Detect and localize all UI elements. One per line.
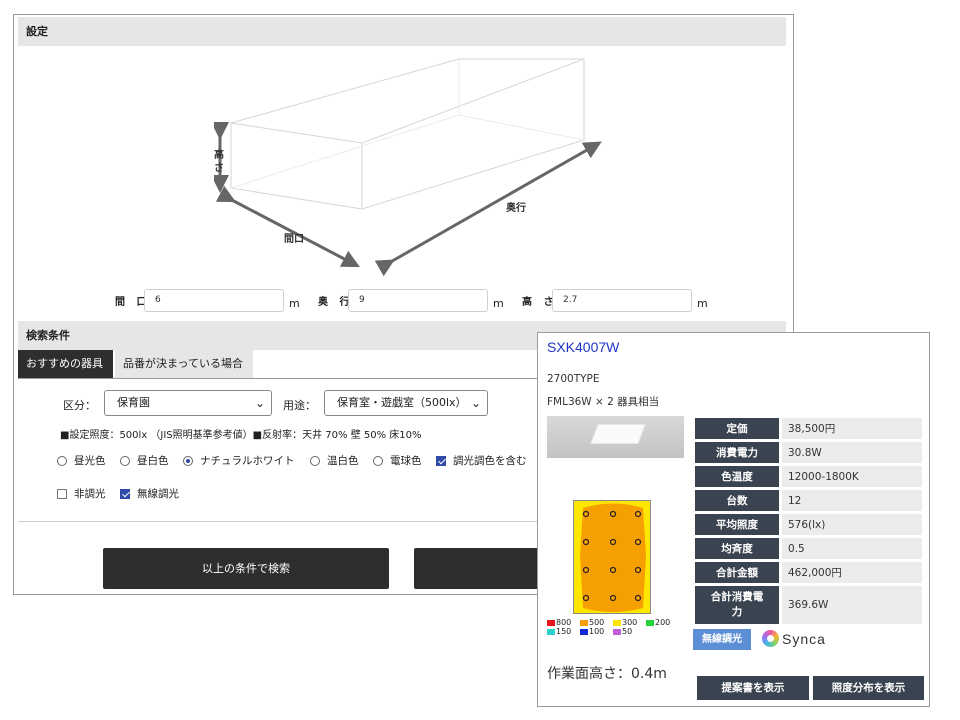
spec-row: 合計消費電力 369.6W <box>695 586 922 624</box>
checkbox-non-dimming[interactable]: 非調光 <box>57 486 106 501</box>
dim-height-unit: m <box>697 297 708 310</box>
settings-header: 設定 <box>18 17 786 46</box>
height-label-1: 高 <box>214 148 224 161</box>
width-arrow <box>215 185 360 268</box>
height-input[interactable]: 2.7 <box>552 289 692 312</box>
spec-value: 12 <box>779 490 922 511</box>
product-card: SXK4007W 2700TYPE FML36W × 2 器具相当 800 50… <box>537 332 930 707</box>
radio-neutral-white-label: 昼白色 <box>137 455 169 467</box>
radio-warm-white-label: 温白色 <box>327 455 359 467</box>
radio-selected-icon <box>183 455 193 466</box>
chevron-down-icon: ⌄ <box>470 396 481 410</box>
checkbox-toning[interactable]: 調光調色を含む <box>436 453 527 468</box>
dim-depth-unit: m <box>493 297 504 310</box>
synca-logo-text: Synca <box>782 630 826 647</box>
legend-300: 300 <box>613 618 637 627</box>
product-type: 2700TYPE <box>547 373 600 385</box>
show-distribution-button[interactable]: 照度分布を表示 <box>813 676 924 700</box>
spec-row: 平均照度 576(lx) <box>695 514 922 535</box>
radio-icon <box>57 455 67 466</box>
category-value: 保育園 <box>117 396 150 409</box>
spec-row: 色温度 12000-1800K <box>695 466 922 487</box>
spec-key: 合計消費電力 <box>695 586 779 624</box>
product-name[interactable]: SXK4007W <box>547 339 619 355</box>
usage-label: 用途： <box>283 399 316 412</box>
illuminance-plot <box>580 503 646 612</box>
spec-value: 369.6W <box>779 586 922 624</box>
tab-recommended[interactable]: おすすめの器具 <box>18 350 113 378</box>
spec-value: 12000-1800K <box>779 466 922 487</box>
legend-200: 200 <box>646 618 670 627</box>
legend-50: 50 <box>613 627 632 636</box>
depth-input[interactable]: 9 <box>348 289 488 312</box>
fixture-panel <box>590 424 646 444</box>
width-input[interactable]: 6 <box>144 289 284 312</box>
checkbox-non-dimming-label: 非調光 <box>74 488 106 500</box>
radio-natural-white[interactable]: ナチュラルホワイト <box>183 453 295 468</box>
legend-150: 150 <box>547 627 571 636</box>
synca-logo: Synca <box>762 630 826 647</box>
legend-100: 100 <box>580 627 604 636</box>
usage-select[interactable]: 保育室・遊戯室（500lx） ⌄ <box>324 390 488 416</box>
checkbox-wireless-dimming[interactable]: 無線調光 <box>120 486 179 501</box>
chevron-down-icon: ⌄ <box>254 396 265 410</box>
width-label: 間口 <box>284 233 304 245</box>
spec-value: 462,000円 <box>779 562 922 583</box>
condition-note: ■設定照度：500lx （JIS照明基準参考値）■反射率：天井 70% 壁 50… <box>60 430 422 441</box>
show-proposal-button[interactable]: 提案書を表示 <box>697 676 809 700</box>
checkbox-icon <box>57 488 67 499</box>
radio-daylight-label: 昼光色 <box>74 455 106 467</box>
room-diagram: 高 さ 間口 奥行 <box>214 58 602 277</box>
spec-row: 合計金額 462,000円 <box>695 562 922 583</box>
spec-table: 定価 38,500円 消費電力 30.8W 色温度 12000-1800K 台数 12 … <box>695 415 922 627</box>
spec-key: 均斉度 <box>695 538 779 559</box>
spec-row: 台数 12 <box>695 490 922 511</box>
spec-key: 定価 <box>695 418 779 439</box>
radio-warm-white[interactable]: 温白色 <box>310 453 359 468</box>
category-label: 区分： <box>63 399 96 412</box>
work-surface-height: 作業面高さ：0.4m <box>547 666 667 682</box>
spec-value: 38,500円 <box>779 418 922 439</box>
spec-row: 定価 38,500円 <box>695 418 922 439</box>
spec-key: 色温度 <box>695 466 779 487</box>
radio-icon <box>310 455 320 466</box>
illuminance-map <box>573 500 651 614</box>
checkbox-wireless-dimming-label: 無線調光 <box>137 488 179 500</box>
radio-bulb-color-label: 電球色 <box>390 455 422 467</box>
radio-icon <box>120 455 130 466</box>
legend-500: 500 <box>580 618 604 627</box>
spec-key: 台数 <box>695 490 779 511</box>
search-button[interactable]: 以上の条件で検索 <box>103 548 389 589</box>
wireless-dimming-badge: 無線調光 <box>693 629 751 650</box>
depth-arrow <box>374 141 602 277</box>
depth-label: 奥行 <box>506 201 526 214</box>
checkbox-toning-label: 調光調色を含む <box>453 455 527 467</box>
spec-value: 576(lx) <box>779 514 922 535</box>
usage-value: 保育室・遊戯室（500lx） <box>337 396 467 409</box>
radio-neutral-white[interactable]: 昼白色 <box>120 453 169 468</box>
radio-bulb-color[interactable]: 電球色 <box>373 453 422 468</box>
spec-key: 合計金額 <box>695 562 779 583</box>
category-select[interactable]: 保育園 ⌄ <box>104 390 272 416</box>
spec-key: 消費電力 <box>695 442 779 463</box>
legend-800: 800 <box>547 618 571 627</box>
radio-icon <box>373 455 383 466</box>
spec-row: 均斉度 0.5 <box>695 538 922 559</box>
spec-row: 消費電力 30.8W <box>695 442 922 463</box>
height-label-2: さ <box>214 162 224 174</box>
spec-key: 平均照度 <box>695 514 779 535</box>
radio-daylight[interactable]: 昼光色 <box>57 453 106 468</box>
checkbox-checked-icon <box>436 455 446 466</box>
tab-by-part-number[interactable]: 品番が決まっている場合 <box>115 350 253 378</box>
product-equivalent: FML36W × 2 器具相当 <box>547 396 660 408</box>
dim-width-unit: m <box>289 297 300 310</box>
product-image <box>547 416 684 458</box>
spec-value: 30.8W <box>779 442 922 463</box>
synca-ring-icon <box>762 630 779 647</box>
radio-natural-white-label: ナチュラルホワイト <box>200 455 295 467</box>
checkbox-checked-icon <box>120 488 130 499</box>
spec-value: 0.5 <box>779 538 922 559</box>
